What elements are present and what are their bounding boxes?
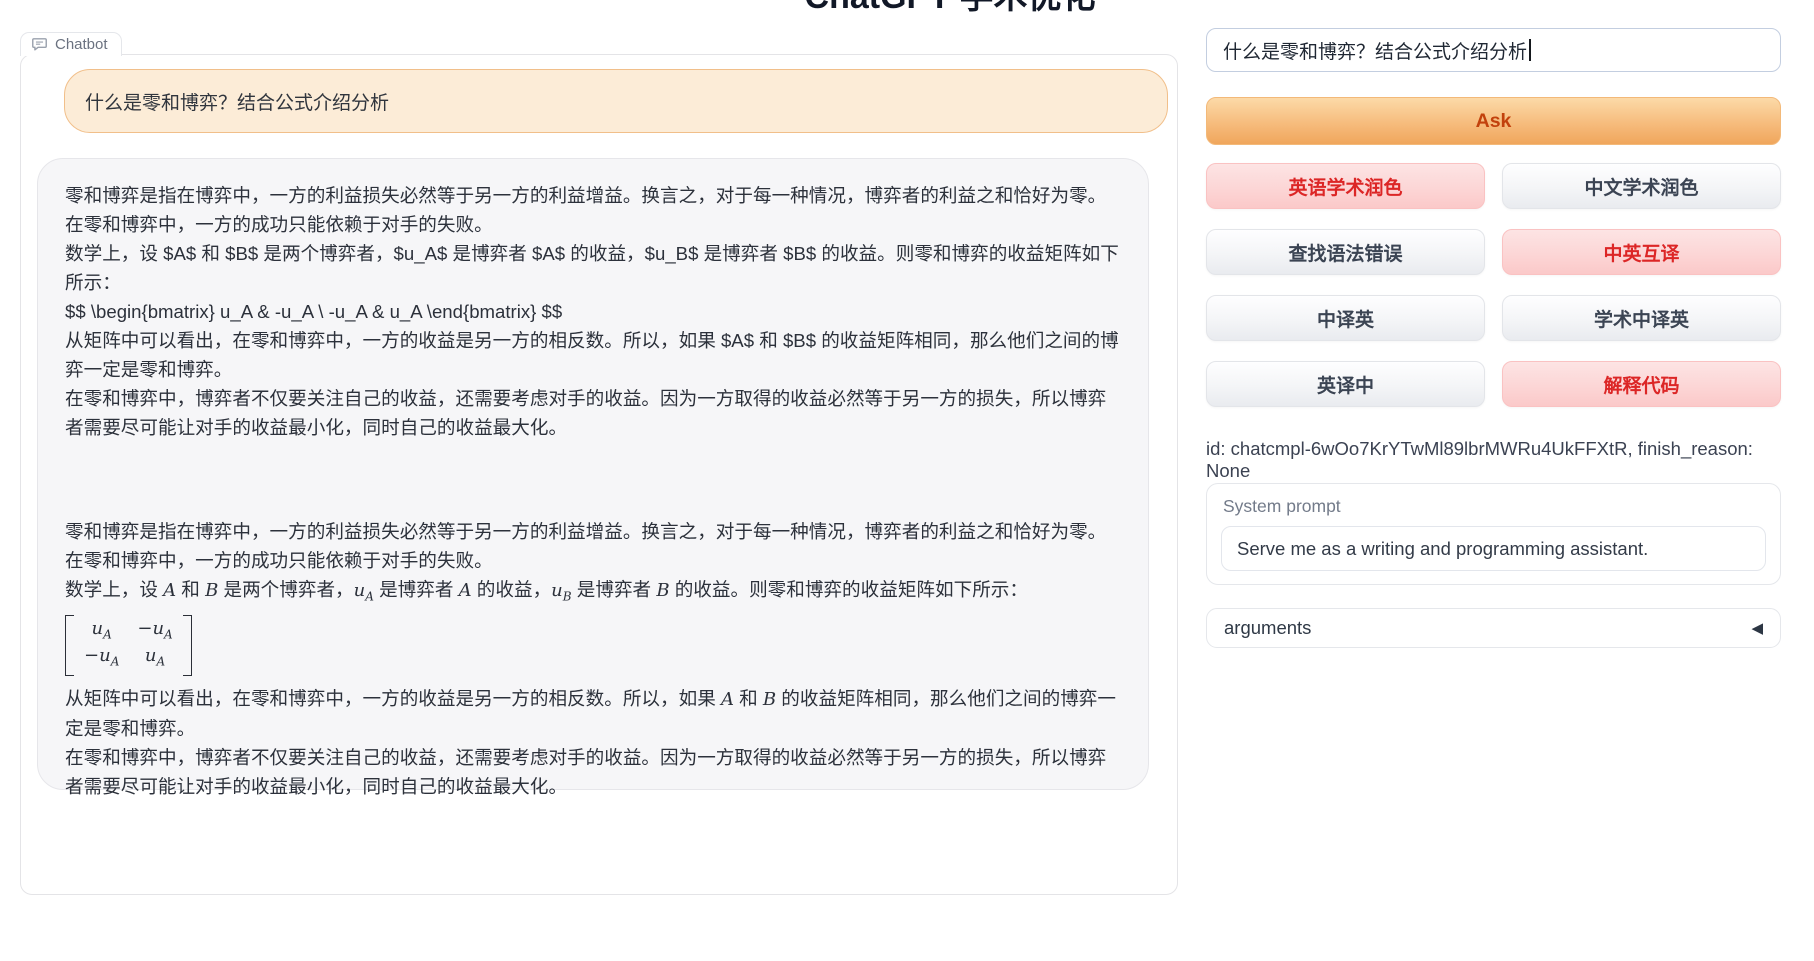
collapse-arrow-icon: ◀	[1751, 619, 1763, 637]
app-title-partial: ChatGPT 学术优化	[770, 0, 1130, 12]
math-symbol: A	[163, 580, 176, 601]
system-prompt-input[interactable]: Serve me as a writing and programming as…	[1221, 526, 1766, 571]
math-symbol: uA	[92, 618, 112, 639]
arguments-accordion[interactable]: arguments ◀	[1206, 608, 1781, 648]
quick-action-button[interactable]: 学术中译英	[1502, 295, 1781, 341]
bot-paragraph: 从矩阵中可以看出，在零和博弈中，一方的收益是另一方的相反数。所以，如果 A 和 …	[65, 684, 1121, 743]
math-symbol: uA	[145, 645, 165, 666]
text-cursor	[1529, 39, 1531, 61]
math-symbol: uB	[551, 580, 571, 601]
chat-bubble-icon	[31, 36, 48, 53]
math-symbol: −uA	[84, 645, 119, 666]
page-title: ChatGPT 学术优化	[770, 0, 1130, 12]
user-message-bubble: 什么是零和博弈？结合公式介绍分析	[64, 69, 1168, 133]
math-symbol: A	[721, 689, 734, 710]
math-symbol: −uA	[137, 618, 172, 639]
math-symbol: A	[459, 580, 472, 601]
chatbot-panel[interactable]: 什么是零和博弈？结合公式介绍分析 零和博弈是指在博弈中，一方的利益损失必然等于另…	[20, 54, 1178, 895]
chatbot-label: Chatbot	[55, 36, 108, 53]
question-input[interactable]: 什么是零和博弈？结合公式介绍分析	[1206, 28, 1781, 72]
bot-message-raw-markdown: 零和博弈是指在博弈中，一方的利益损失必然等于另一方的利益增益。换言之，对于每一种…	[65, 181, 1121, 442]
quick-actions-grid: 英语学术润色中文学术润色查找语法错误中英互译中译英学术中译英英译中解释代码	[1206, 163, 1781, 407]
system-prompt-label: System prompt	[1223, 496, 1766, 517]
quick-action-button[interactable]: 中译英	[1206, 295, 1485, 341]
bot-paragraph: 数学上，设 A 和 B 是两个博弈者，uA 是博弈者 A 的收益，uB 是博弈者…	[65, 575, 1121, 612]
bot-paragraph: 在零和博弈中，博弈者不仅要关注自己的收益，还需要考虑对手的收益。因为一方取得的收…	[65, 743, 1121, 801]
quick-action-button[interactable]: 解释代码	[1502, 361, 1781, 407]
question-input-value: 什么是零和博弈？结合公式介绍分析	[1223, 37, 1527, 64]
quick-action-button[interactable]: 中英互译	[1502, 229, 1781, 275]
user-message-text: 什么是零和博弈？结合公式介绍分析	[85, 88, 389, 115]
chatbot-label-tab: Chatbot	[20, 32, 122, 56]
math-symbol: B	[205, 580, 218, 601]
math-symbol: uA	[354, 580, 374, 601]
system-prompt-panel: System prompt Serve me as a writing and …	[1206, 483, 1781, 585]
ask-button[interactable]: Ask	[1206, 97, 1781, 145]
bot-message-bubble: 零和博弈是指在博弈中，一方的利益损失必然等于另一方的利益增益。换言之，对于每一种…	[37, 158, 1149, 790]
quick-action-button[interactable]: 中文学术润色	[1502, 163, 1781, 209]
math-symbol: B	[763, 689, 776, 710]
quick-action-button[interactable]: 英译中	[1206, 361, 1485, 407]
arguments-accordion-label: arguments	[1224, 617, 1311, 639]
bot-message-rendered: 零和博弈是指在博弈中，一方的利益损失必然等于另一方的利益增益。换言之，对于每一种…	[65, 517, 1121, 801]
app-root: ChatGPT 学术优化 Chatbot 什么是零和博弈？结合公式介绍分析 零和…	[0, 0, 1814, 961]
math-symbol: B	[656, 580, 669, 601]
bot-paragraph: 零和博弈是指在博弈中，一方的利益损失必然等于另一方的利益增益。换言之，对于每一种…	[65, 517, 1121, 575]
payoff-matrix: uA −uA −uA uA	[65, 615, 192, 676]
quick-action-button[interactable]: 英语学术润色	[1206, 163, 1485, 209]
quick-action-button[interactable]: 查找语法错误	[1206, 229, 1485, 275]
response-status-line: id: chatcmpl-6wOo7KrYTwMl89lbrMWRu4UkFFX…	[1206, 438, 1796, 482]
